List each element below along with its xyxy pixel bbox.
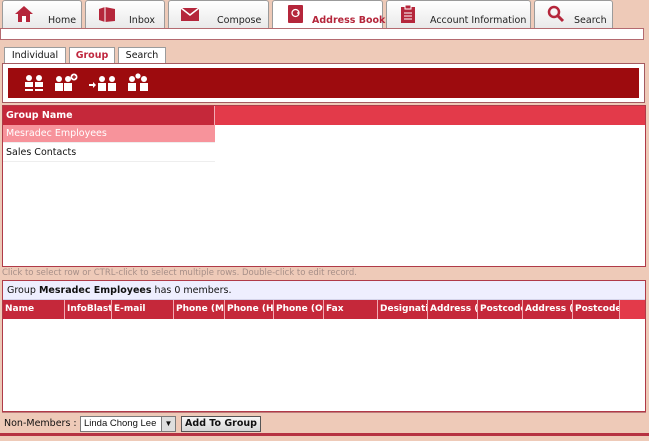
move-to-group-icon[interactable] <box>88 73 118 93</box>
column-header-address-home[interactable]: Address (Home) <box>428 300 478 319</box>
column-header-infoblast[interactable]: InfoBlast <box>65 300 112 319</box>
nav-tab-label: Address Book <box>312 15 386 26</box>
members-grid-header: Name InfoBlast E-mail Phone (Mobile) Pho… <box>3 300 645 319</box>
compose-icon <box>180 7 200 21</box>
group-members-icon[interactable] <box>125 73 151 93</box>
column-header-name[interactable]: Name <box>3 300 65 319</box>
main-nav: Home Inbox Compose Address Book Account … <box>0 0 649 29</box>
inbox-icon <box>99 7 115 22</box>
nav-tab-home[interactable]: Home <box>2 0 82 28</box>
column-header-address-office[interactable]: Address (Office) <box>523 300 573 319</box>
search-icon <box>547 5 565 23</box>
column-header-phone-mobile[interactable]: Phone (Mobile) <box>174 300 225 319</box>
members-grid: Group Mesradec Employees has 0 members. … <box>2 280 646 412</box>
group-icon[interactable] <box>21 73 47 93</box>
group-row[interactable]: Sales Contacts <box>3 144 215 162</box>
nav-tab-inbox[interactable]: Inbox <box>85 0 165 28</box>
column-header-designation[interactable]: Designation <box>378 300 428 319</box>
home-icon <box>15 6 33 22</box>
nav-tab-label: Inbox <box>129 15 155 26</box>
non-members-bar: Non-Members : Linda Chong Lee ▼ Add To G… <box>2 412 646 433</box>
members-summary-prefix: Group <box>7 285 36 296</box>
group-toolbar <box>8 68 639 98</box>
column-header-email[interactable]: E-mail <box>112 300 174 319</box>
members-summary-suffix: has 0 members. <box>154 285 232 296</box>
column-header-phone-office[interactable]: Phone (Office) <box>274 300 324 319</box>
grid-hint-text: Click to select row or CTRL-click to sel… <box>2 268 357 278</box>
column-header-fax[interactable]: Fax <box>324 300 378 319</box>
group-row[interactable]: Mesradec Employees <box>3 125 215 143</box>
footer-line <box>0 433 649 436</box>
nav-tab-label: Home <box>48 15 77 26</box>
nav-tab-label: Search <box>574 15 607 26</box>
nav-tab-compose[interactable]: Compose <box>168 0 269 28</box>
column-header-postcode-office[interactable]: Postcode <box>573 300 620 319</box>
non-members-select[interactable]: Linda Chong Lee ▼ <box>80 416 176 432</box>
members-summary: Group Mesradec Employees has 0 members. <box>3 281 645 300</box>
members-group-name: Mesradec Employees <box>38 285 152 296</box>
account-info-icon <box>401 4 415 23</box>
group-grid: Group Name Mesradec Employees Sales Cont… <box>2 105 646 267</box>
add-to-group-button[interactable]: Add To Group <box>181 416 261 432</box>
non-members-label: Non-Members : <box>4 418 77 429</box>
nav-tab-label: Compose <box>217 15 262 26</box>
column-header-phone-home[interactable]: Phone (Home) <box>225 300 274 319</box>
chevron-down-icon[interactable]: ▼ <box>161 417 175 431</box>
non-members-selected-value: Linda Chong Lee <box>84 418 157 429</box>
nav-underbar <box>0 28 644 40</box>
column-header-postcode-home[interactable]: Postcode <box>478 300 523 319</box>
address-book-icon <box>288 5 303 23</box>
column-header-group-name[interactable]: Group Name <box>3 106 215 125</box>
nav-tab-label: Account Information <box>430 15 527 26</box>
nav-tab-account-information[interactable]: Account Information <box>386 0 531 28</box>
group-grid-header: Group Name <box>3 106 645 125</box>
nav-tab-address-book[interactable]: Address Book <box>272 0 386 29</box>
nav-tab-search[interactable]: Search <box>534 0 613 28</box>
subtab-individual[interactable]: Individual <box>4 47 66 64</box>
subtab-search[interactable]: Search <box>118 47 166 64</box>
add-group-icon[interactable] <box>53 73 79 93</box>
toolbar-frame <box>2 63 645 103</box>
